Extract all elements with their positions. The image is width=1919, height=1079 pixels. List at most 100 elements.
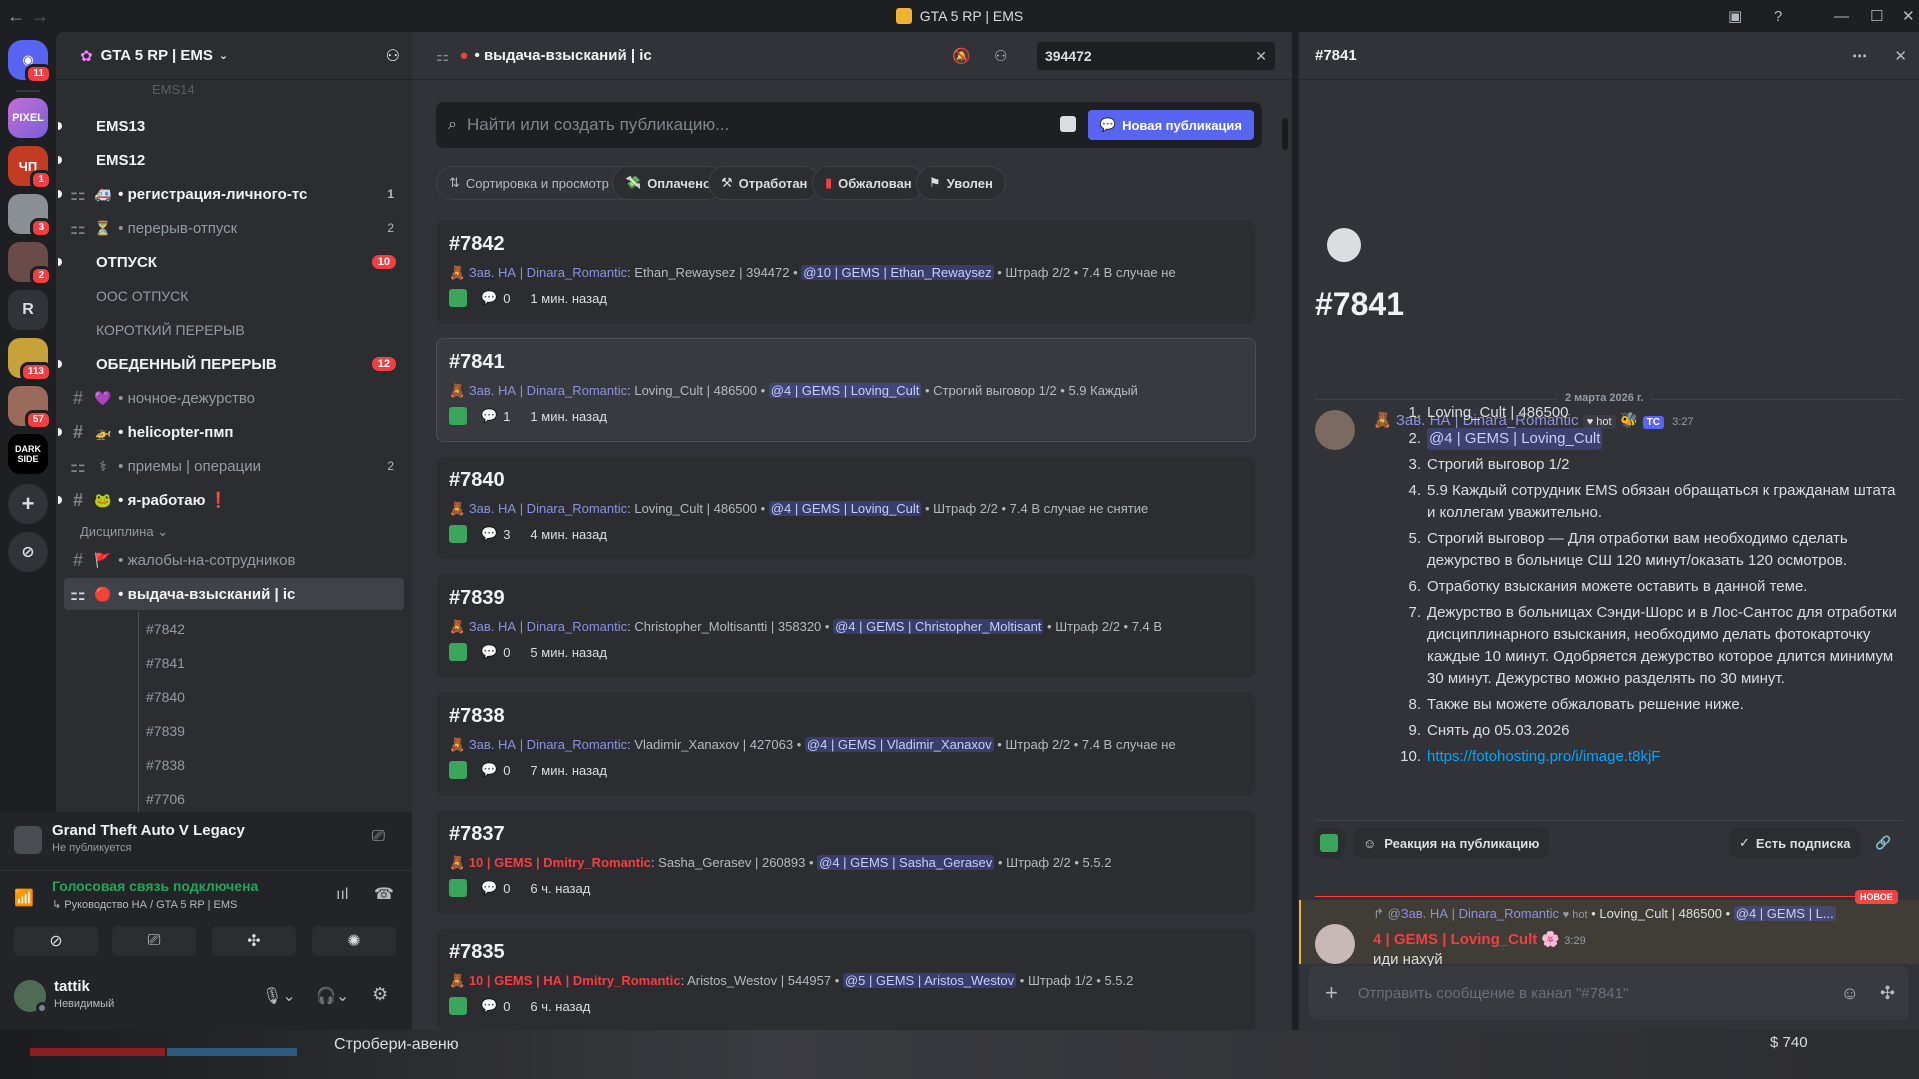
post-card[interactable]: #7840 🧸 Зав. НА | Dinara_Romantic: Loving… <box>436 456 1256 560</box>
item-text: Дежурство в больницах Сэнди-Шорс и в Лос… <box>1427 604 1897 687</box>
server-dark-side[interactable]: DARK SIDE <box>8 434 48 474</box>
post-preview: 🧸 Зав. НА | Dinara_Romantic: Loving_Cult… <box>449 501 1243 517</box>
tag-worked-off[interactable]: ⚒ Отработан <box>708 166 821 200</box>
post-card[interactable]: #7835 🧸 10 | GEMS | НА | Dmitry_Romantic:… <box>436 928 1256 1032</box>
sort-view-button[interactable]: ⇅Сортировка и просмотр⌄ <box>436 166 639 200</box>
server-pixel[interactable]: PIXEL <box>8 98 48 138</box>
category-ems13[interactable]: EMS13 <box>58 110 404 142</box>
channel-penalties-active[interactable]: ⚏ 🔴 • выдача-взысканий | ic <box>64 578 404 610</box>
forum-scrollbar[interactable] <box>1282 118 1288 150</box>
post-preview: 🧸 Зав. НА | Dinara_Romantic: Christopher… <box>449 619 1243 635</box>
post-text: : Loving_Cult | 486500 • <box>627 501 766 516</box>
noise-suppression-icon[interactable]: ııl <box>336 886 348 904</box>
headphones-icon[interactable]: 🎧⌄ <box>316 986 349 1006</box>
search-input[interactable]: 394472 ✕ <box>1037 42 1275 70</box>
message-composer[interactable]: + Отправить сообщение в канал "#7841" ☺ … <box>1309 966 1909 1020</box>
help-icon[interactable]: ? <box>1774 0 1782 32</box>
mute-notifications-icon[interactable]: 🔕 <box>952 47 971 65</box>
settings-gear-icon[interactable]: ⚙ <box>372 984 388 1005</box>
camera-off-button[interactable]: ⊘ <box>14 926 98 956</box>
maximize-icon[interactable]: ☐ <box>1870 0 1883 32</box>
server-avatar-6[interactable]: 113 <box>8 338 52 382</box>
category-ems12[interactable]: EMS12 <box>58 144 404 176</box>
post-card[interactable]: #7842 🧸 Зав. НА | Dinara_Romantic: Ethan_… <box>436 220 1256 324</box>
minimize-icon[interactable]: — <box>1834 0 1849 32</box>
server-avatar-4[interactable]: 2 <box>8 242 52 286</box>
channel-i-am-working[interactable]: # 🐸 • я-работаю ❗ <box>58 484 404 516</box>
author-avatar[interactable] <box>1315 410 1355 450</box>
image-link[interactable]: https://fotohosting.pro/i/image.t8kjF <box>1427 746 1660 768</box>
channel-operations[interactable]: ⚏ ⚕ • приемы | операции 2 <box>64 450 404 482</box>
category-lunch-break[interactable]: ОБЕДЕННЫЙ ПЕРЕРЫВ 12 <box>58 348 404 380</box>
reply-avatar[interactable] <box>1315 924 1355 964</box>
post-meta: 💬 0 6 ч. назад <box>449 879 590 897</box>
bear-icon: 🧸 <box>449 737 466 752</box>
green-square-icon <box>449 407 467 425</box>
thread-7706[interactable]: #7706 <box>146 782 185 816</box>
link-icon[interactable]: 🔗 <box>1865 828 1901 858</box>
post-card[interactable]: #7838 🧸 Зав. НА | Dinara_Romantic: Vladim… <box>436 692 1256 796</box>
post-meta: 💬 0 5 мин. назад <box>449 643 607 661</box>
thread-7839[interactable]: #7839 <box>146 714 185 748</box>
discover-icon[interactable]: ⊘ <box>8 532 48 572</box>
thread-7840[interactable]: #7840 <box>146 680 185 714</box>
thread-7841[interactable]: #7841 <box>146 646 185 680</box>
tag-appealed[interactable]: ▮ Обжалован <box>812 166 925 200</box>
green-square-icon <box>449 289 467 307</box>
forum-icon: ⚏ <box>69 583 87 604</box>
members-icon[interactable]: ⚇ <box>994 47 1007 65</box>
server-avatar-3[interactable]: 3 <box>8 194 52 238</box>
tag-fired[interactable]: ⚑ Уволен <box>916 166 1006 200</box>
thread-7838[interactable]: #7838 <box>146 748 185 782</box>
username[interactable]: tattik <box>54 978 90 995</box>
server-avatar-7[interactable]: 57 <box>8 386 52 430</box>
red-circle-icon: ● <box>459 47 469 64</box>
category-discipline[interactable]: Дисциплина ⌄ <box>80 524 168 540</box>
add-reaction-button[interactable]: ☺ Реакция на публикацию <box>1353 828 1550 858</box>
apps-icon[interactable]: ✣ <box>1880 983 1895 1004</box>
disconnect-icon[interactable]: ☎ <box>374 884 394 904</box>
server-header[interactable]: ✿ GTA 5 RP | EMS ⌄ ⚇ <box>56 32 412 80</box>
screen-share-button[interactable]: ⎚ <box>112 926 196 956</box>
thread-7842[interactable]: #7842 <box>146 612 185 646</box>
server-chp[interactable]: ЧП 1 <box>8 146 52 190</box>
direct-messages-icon[interactable]: ◉ 11 <box>8 40 52 84</box>
reply-count: 0 <box>503 762 511 778</box>
reaction-green[interactable] <box>1313 828 1345 858</box>
reply-author[interactable]: 4 | GEMS | Loving_Cult <box>1373 931 1537 948</box>
close-thread-icon[interactable]: ✕ <box>1894 47 1907 65</box>
post-card[interactable]: #7841 🧸 Зав. НА | Dinara_Romantic: Loving… <box>436 338 1256 442</box>
channel-ooc-vacation[interactable]: ООС ОТПУСК <box>64 280 404 312</box>
voice-status[interactable]: Голосовая связь подключена <box>52 878 258 894</box>
voice-channel[interactable]: ↳ Руководство НА / GTA 5 RP | EMS <box>52 898 237 911</box>
add-server-icon[interactable]: + <box>8 484 48 524</box>
add-member-icon[interactable]: ⚇ <box>386 46 400 66</box>
channel-short-break[interactable]: КОРОТКИЙ ПЕРЕРЫВ <box>64 314 404 346</box>
inbox-icon[interactable]: ▣ <box>1728 0 1742 32</box>
channel-helicopter[interactable]: # 🚁 • helicopter-пмп <box>58 416 404 448</box>
stream-icon[interactable]: ⎚ <box>372 828 385 846</box>
more-options-icon[interactable]: ⋯ <box>1852 47 1867 65</box>
find-or-create-bar[interactable]: ⌕ Найти или создать публикацию... 💬 Новая… <box>436 102 1262 148</box>
activities-button[interactable]: ✣ <box>212 926 296 956</box>
post-preview: 🧸 Зав. НА | Dinara_Romantic: Loving_Cult… <box>449 383 1243 399</box>
channel-complaints[interactable]: # 🚩 • жалобы-на-сотрудников <box>64 544 404 576</box>
server-r[interactable]: R <box>8 290 48 330</box>
post-card[interactable]: #7839 🧸 Зав. НА | Dinara_Romantic: Christ… <box>436 574 1256 678</box>
subscribed-button[interactable]: ✓ Есть подписка <box>1729 828 1861 858</box>
item-text[interactable]: @4 | GEMS | Loving_Cult <box>1427 428 1603 450</box>
soundboard-button[interactable]: ✺ <box>312 926 396 956</box>
channel-registration[interactable]: ⚏ 🚑 • регистрация-личного-тс 1 <box>58 178 404 210</box>
channel-break-vacation[interactable]: ⚏ ⏳ • перерыв-отпуск 2 <box>64 212 404 244</box>
plus-icon[interactable]: + <box>1325 980 1338 1006</box>
post-card[interactable]: #7837 🧸 10 | GEMS | Dmitry_Romantic: Sash… <box>436 810 1256 914</box>
clear-search-icon[interactable]: ✕ <box>1255 48 1267 65</box>
media-icon[interactable] <box>1060 116 1076 132</box>
reply-reference[interactable]: ↱ @Зав. НА | Dinara_Romantic ♥ hot • Lov… <box>1373 906 1913 922</box>
microphone-icon[interactable]: 🎙⌄ <box>262 986 296 1006</box>
new-post-button[interactable]: 💬 Новая публикация <box>1087 110 1254 140</box>
channel-night-duty[interactable]: # 💜 • ночное-дежурство <box>64 382 404 414</box>
emoji-icon[interactable]: ☺ <box>1841 983 1859 1004</box>
category-vacation[interactable]: ОТПУСК 10 <box>58 246 404 278</box>
close-window-icon[interactable]: ✕ <box>1902 0 1915 32</box>
